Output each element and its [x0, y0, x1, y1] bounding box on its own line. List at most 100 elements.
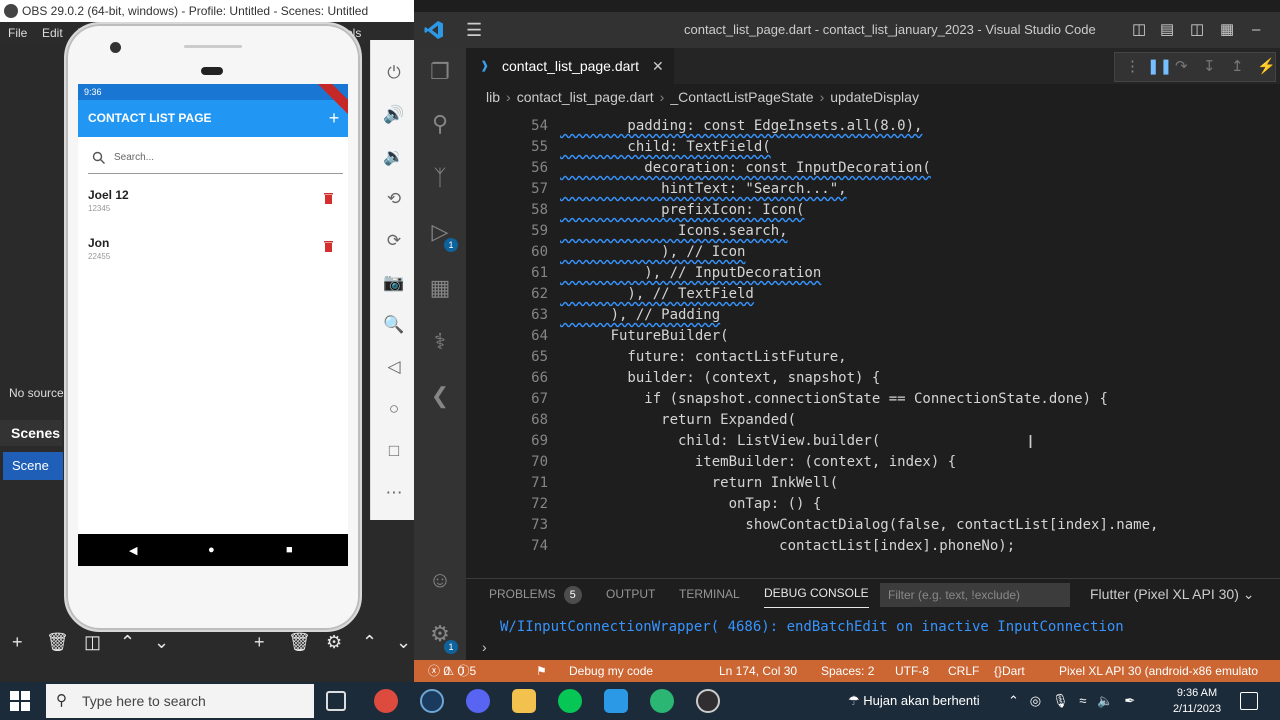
- nav-home-icon[interactable]: ●: [208, 544, 215, 556]
- microphone-icon[interactable]: 🎙: [1052, 693, 1069, 708]
- breadcrumb-method[interactable]: updateDisplay: [830, 89, 919, 105]
- step-into-icon[interactable]: ↧: [1203, 57, 1216, 75]
- run-debug-badge: 1: [444, 238, 458, 252]
- obs-scene-item[interactable]: Scene: [3, 452, 63, 480]
- screenshot-camera-icon[interactable]: 📷: [383, 272, 405, 294]
- problems-status[interactable]: ⓧ 0 ⚠ 0 ⓘ 5: [428, 660, 476, 682]
- accounts-icon[interactable]: ☺: [426, 566, 454, 594]
- pen-icon[interactable]: ✒: [1124, 693, 1135, 708]
- back-icon[interactable]: ◁: [383, 356, 405, 378]
- contact-list-item[interactable]: Jon 22455: [88, 236, 343, 280]
- device-status[interactable]: Pixel XL API 30 (android-x86 emulato: [1059, 660, 1258, 682]
- obs-remove-source-icon[interactable]: 🗑: [288, 628, 311, 656]
- obs-add-source-icon[interactable]: +: [254, 628, 265, 656]
- tab-contact-list-page[interactable]: ❱ contact_list_page.dart ✕: [466, 48, 674, 84]
- overview-icon[interactable]: □: [383, 440, 405, 462]
- add-contact-icon[interactable]: +: [324, 100, 344, 137]
- cursor-position[interactable]: Ln 174, Col 30: [719, 660, 797, 682]
- breadcrumb-class[interactable]: _ContactListPageState: [670, 89, 813, 105]
- step-out-icon[interactable]: ↥: [1231, 57, 1244, 75]
- toggle-panel-icon[interactable]: ▤: [1160, 12, 1174, 48]
- weather-widget[interactable]: ☂ Hujan akan berhenti: [848, 682, 980, 720]
- indentation[interactable]: Spaces: 2: [821, 660, 874, 682]
- notification-icon[interactable]: [1240, 692, 1258, 710]
- flutter-icon[interactable]: ❮: [426, 382, 454, 410]
- discord-icon[interactable]: [466, 689, 490, 713]
- volume-down-icon[interactable]: 🔉: [383, 146, 405, 168]
- task-view-icon[interactable]: [326, 691, 346, 711]
- pause-icon[interactable]: ❚❚: [1147, 57, 1172, 75]
- windows-start-icon[interactable]: [10, 691, 30, 711]
- obs-remove-scene-icon[interactable]: 🗑: [46, 628, 69, 656]
- toggle-secondary-sidebar-icon[interactable]: ◫: [1190, 12, 1204, 48]
- breadcrumb-lib[interactable]: lib: [486, 89, 500, 105]
- obs-filter-icon[interactable]: ◫: [84, 628, 101, 656]
- search-field[interactable]: Search...: [88, 144, 343, 174]
- debug-toolbar: ⋮ ❚❚ ↷ ↧ ↥ ⚡: [1114, 52, 1276, 82]
- tray-chevron-icon[interactable]: ⌃: [1008, 693, 1019, 708]
- console-prompt-icon[interactable]: ›: [482, 639, 487, 655]
- tab-terminal[interactable]: TERMINAL: [679, 579, 740, 609]
- language-mode[interactable]: {} Dart: [994, 660, 1025, 682]
- vscode-taskbar-icon[interactable]: [604, 689, 628, 713]
- testing-icon[interactable]: ⚕: [426, 328, 454, 356]
- obs-source-down-icon[interactable]: ⌄: [396, 628, 411, 656]
- menu-icon[interactable]: ☰: [466, 12, 482, 48]
- console-filter-input[interactable]: Filter (e.g. text, !exclude): [880, 583, 1070, 607]
- obs-source-up-icon[interactable]: ⌃: [362, 628, 377, 656]
- taskbar-search-box[interactable]: ⚲ Type here to search: [46, 684, 314, 718]
- line-ending[interactable]: CRLF: [948, 660, 979, 682]
- obs-add-scene-icon[interactable]: +: [12, 628, 23, 656]
- debug-session-select[interactable]: Flutter (Pixel XL API 30) ⌄: [1090, 579, 1276, 609]
- obs-taskbar-icon[interactable]: [696, 689, 720, 713]
- toggle-sidebar-icon[interactable]: ◫: [1132, 12, 1146, 48]
- file-explorer-icon[interactable]: [512, 689, 536, 713]
- contact-list-item[interactable]: Joel 12 12345: [88, 188, 343, 232]
- rotate-right-icon[interactable]: ⟳: [383, 230, 405, 252]
- explorer-icon[interactable]: ❐: [426, 58, 454, 86]
- rotate-left-icon[interactable]: ⟲: [383, 188, 405, 210]
- customize-layout-icon[interactable]: ▦: [1220, 12, 1234, 48]
- nav-recents-icon[interactable]: ■: [286, 544, 293, 556]
- delete-icon[interactable]: [324, 240, 333, 252]
- delete-icon[interactable]: [324, 192, 333, 204]
- wifi-icon[interactable]: ≈: [1079, 693, 1086, 708]
- zoom-icon[interactable]: 🔍: [383, 314, 405, 336]
- encoding[interactable]: UTF-8: [895, 660, 929, 682]
- search-icon: [92, 151, 105, 164]
- code-editor[interactable]: 54 padding: const EdgeInsets.all(8.0), 5…: [466, 116, 1280, 576]
- obs-menu-file[interactable]: File: [8, 22, 27, 44]
- extensions-icon[interactable]: ▦: [426, 274, 454, 302]
- source-control-icon[interactable]: ᛉ: [426, 164, 454, 192]
- code-line: 71 return InkWell(: [531, 475, 839, 491]
- chrome-icon[interactable]: [374, 689, 398, 713]
- clock-time: 9:36 AM: [1176, 687, 1218, 699]
- nav-back-icon[interactable]: ◀: [129, 544, 137, 557]
- steam-icon[interactable]: [420, 689, 444, 713]
- tab-output[interactable]: OUTPUT: [606, 579, 655, 609]
- volume-icon[interactable]: 🔈: [1097, 693, 1113, 708]
- more-options-icon[interactable]: ⋯: [383, 482, 405, 504]
- close-tab-icon[interactable]: ✕: [652, 48, 664, 84]
- breadcrumb-file[interactable]: contact_list_page.dart: [517, 89, 654, 105]
- search-icon[interactable]: ⚲: [426, 110, 454, 138]
- minimize-icon[interactable]: –: [1252, 12, 1260, 48]
- hot-reload-icon[interactable]: ⚡: [1257, 57, 1276, 75]
- volume-up-icon[interactable]: 🔊: [383, 104, 405, 126]
- debug-status[interactable]: Debug my code: [569, 660, 653, 682]
- home-icon[interactable]: ○: [383, 398, 405, 420]
- obs-source-settings-icon[interactable]: ⚙: [326, 628, 342, 656]
- tab-debug-console[interactable]: DEBUG CONSOLE: [764, 579, 869, 608]
- taskbar-clock[interactable]: 9:36 AM 2/11/2023: [1166, 685, 1228, 717]
- obs-move-up-icon[interactable]: ⌃: [120, 628, 135, 656]
- step-over-icon[interactable]: ↷: [1175, 57, 1188, 75]
- line-icon[interactable]: [558, 689, 582, 713]
- drag-handle-icon[interactable]: ⋮: [1125, 57, 1140, 75]
- network-icon[interactable]: ◎: [1030, 693, 1041, 708]
- power-icon[interactable]: ⏻: [383, 62, 405, 84]
- code-line: 61 ), // InputDecoration: [531, 265, 822, 281]
- obs-menu-edit[interactable]: Edit: [42, 22, 63, 44]
- chatgpt-icon[interactable]: [650, 689, 674, 713]
- obs-move-down-icon[interactable]: ⌄: [154, 628, 169, 656]
- tab-problems[interactable]: PROBLEMS 5: [489, 579, 582, 609]
